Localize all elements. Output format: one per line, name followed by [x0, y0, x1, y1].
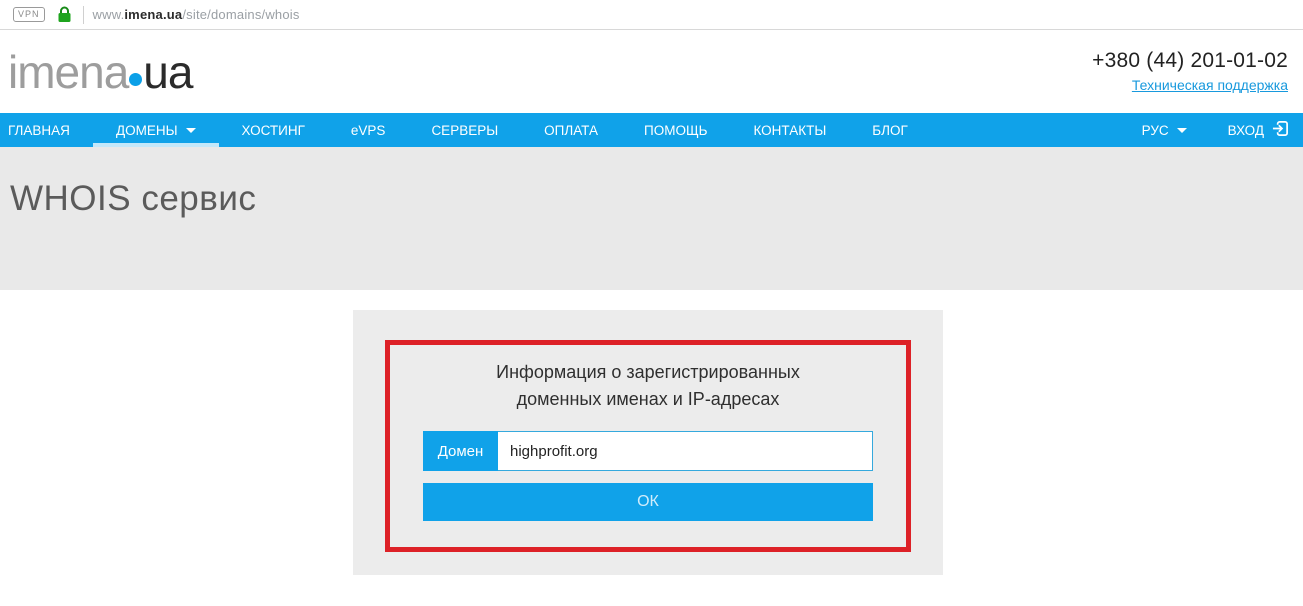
- header-contact-block: +380 (44) 201-01-02 Техническая поддержк…: [1092, 49, 1288, 95]
- main-nav: ГЛАВНАЯ ДОМЕНЫ ХОСТИНГ eVPS СЕРВЕРЫ ОПЛА…: [0, 113, 1303, 147]
- domain-input-group: Домен: [423, 431, 873, 471]
- domain-input[interactable]: [498, 431, 873, 471]
- site-header: imena ua +380 (44) 201-01-02 Техническая…: [0, 30, 1303, 113]
- nav-item-servery[interactable]: СЕРВЕРЫ: [408, 113, 521, 147]
- phone-number: +380 (44) 201-01-02: [1092, 49, 1288, 73]
- nav-item-evps[interactable]: eVPS: [328, 113, 409, 147]
- ssl-lock-icon[interactable]: [57, 6, 72, 23]
- whois-card: Информация о зарегистрированных доменных…: [353, 310, 943, 575]
- page-title: WHOIS сервис: [10, 179, 1303, 219]
- nav-item-glavnaya[interactable]: ГЛАВНАЯ: [0, 113, 93, 147]
- nav-item-domeny[interactable]: ДОМЕНЫ: [93, 113, 219, 147]
- vpn-badge[interactable]: VPN: [13, 7, 45, 22]
- browser-address-bar: VPN www.imena.ua/site/domains/whois: [0, 0, 1303, 30]
- logo-text-imena: imena: [8, 45, 128, 99]
- support-link[interactable]: Техническая поддержка: [1132, 77, 1288, 93]
- form-title: Информация о зарегистрированных доменных…: [390, 359, 906, 413]
- logo-dot-icon: [129, 73, 142, 86]
- nav-spacer: [931, 113, 1124, 147]
- chevron-down-icon: [1177, 128, 1187, 133]
- url-text[interactable]: www.imena.ua/site/domains/whois: [93, 7, 300, 22]
- nav-item-oplata[interactable]: ОПЛАТА: [521, 113, 621, 147]
- ok-button[interactable]: ОК: [423, 483, 873, 521]
- nav-item-blog[interactable]: БЛОГ: [849, 113, 931, 147]
- nav-item-pomosch[interactable]: ПОМОЩЬ: [621, 113, 730, 147]
- annotation-red-box: Информация о зарегистрированных доменных…: [385, 340, 911, 552]
- page-banner: WHOIS сервис: [0, 147, 1303, 290]
- nav-item-kontakty[interactable]: КОНТАКТЫ: [730, 113, 849, 147]
- login-enter-icon: [1272, 120, 1289, 140]
- chevron-down-icon: [186, 128, 196, 133]
- nav-item-hosting[interactable]: ХОСТИНГ: [219, 113, 328, 147]
- imena-logo[interactable]: imena ua: [8, 45, 192, 99]
- address-separator: [83, 6, 84, 24]
- domain-label: Домен: [423, 431, 498, 471]
- login-button[interactable]: ВХОД: [1205, 113, 1303, 147]
- logo-text-ua: ua: [143, 45, 192, 99]
- language-selector[interactable]: РУС: [1124, 113, 1205, 147]
